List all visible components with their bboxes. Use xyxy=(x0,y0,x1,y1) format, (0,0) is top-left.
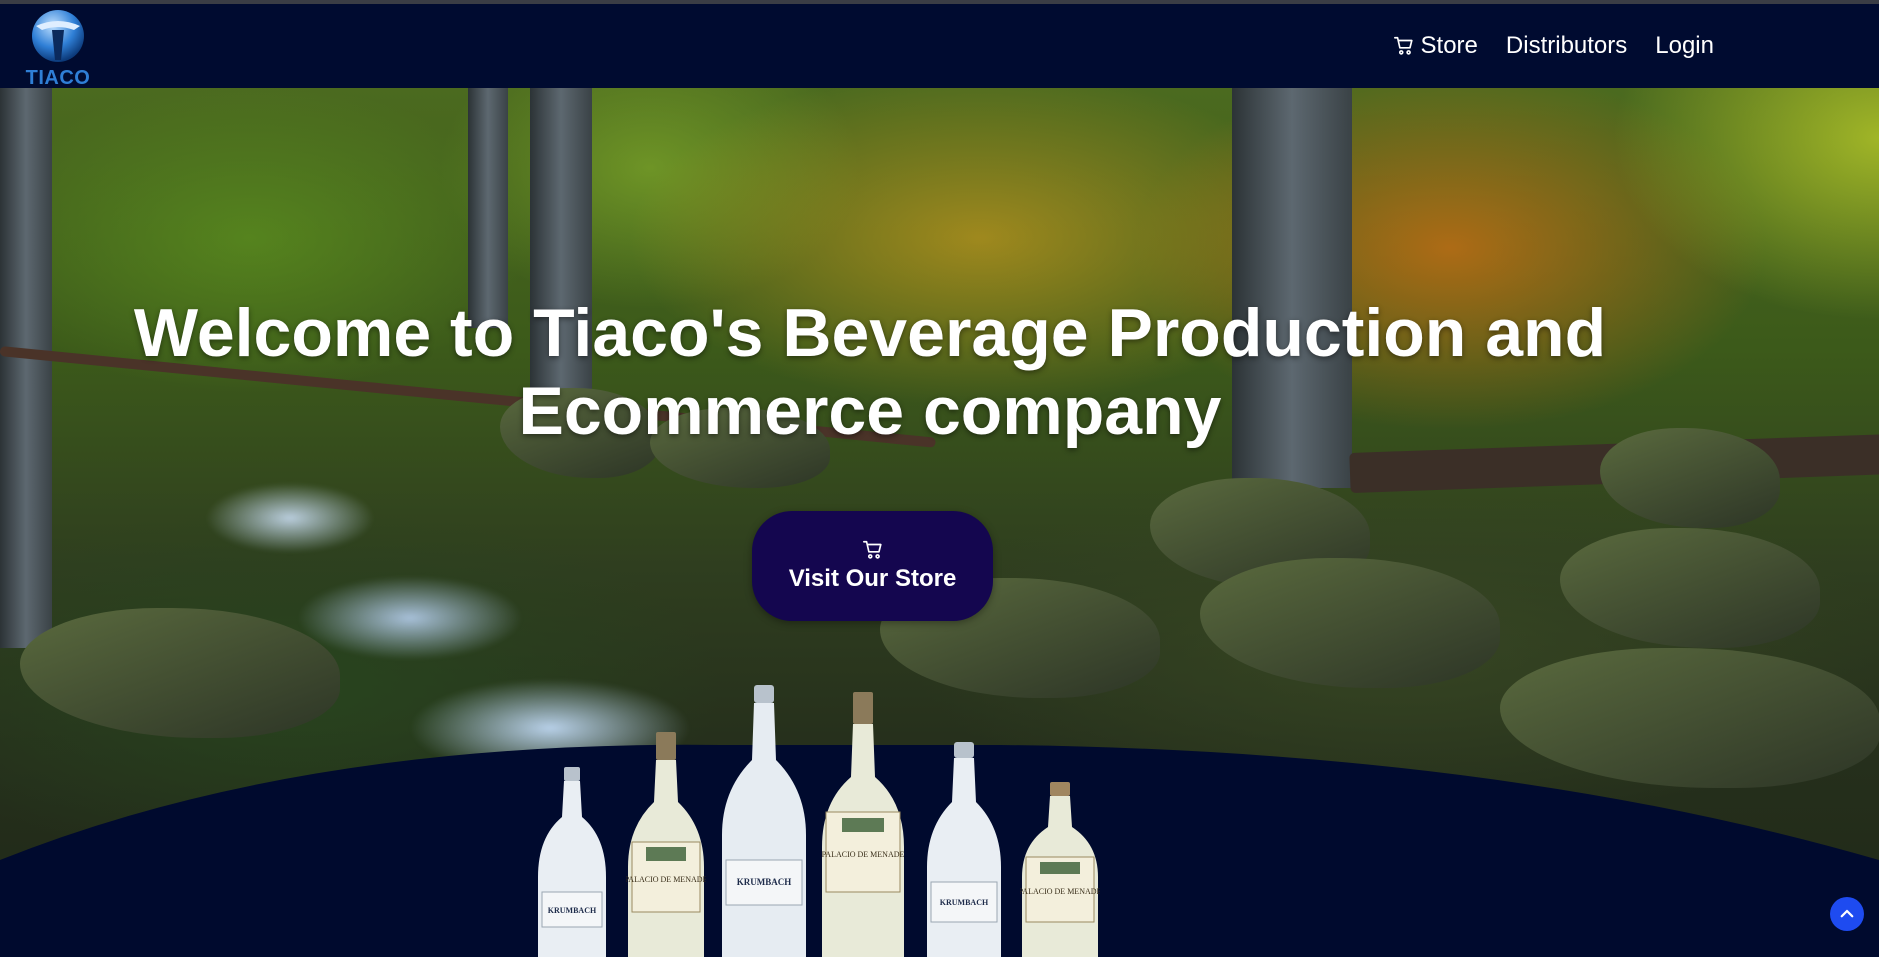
nav-store-label: Store xyxy=(1420,32,1478,59)
brand-logo[interactable]: TIACO xyxy=(22,4,94,89)
bottle-label: PALACIO DE MENADE xyxy=(1020,887,1100,896)
bottle-label: KRUMBACH xyxy=(940,898,989,907)
chevron-up-icon xyxy=(1840,909,1854,918)
bottle-wine-image: PALACIO DE MENADE xyxy=(1020,782,1100,957)
bottle-label: PALACIO DE MENADE xyxy=(626,875,706,884)
bottle-water-image: KRUMBACH xyxy=(722,685,806,957)
bottle-water-image: KRUMBACH xyxy=(927,742,1001,957)
cart-icon xyxy=(1393,36,1413,55)
tree-trunk xyxy=(0,88,52,648)
bottle-water-image: KRUMBACH xyxy=(538,767,606,957)
nav-store-link[interactable]: Store xyxy=(1393,32,1478,60)
product-bottles: KRUMBACH PALACIO DE MENADE KRUMBACH PALA… xyxy=(530,685,1110,957)
brand-name: TIACO xyxy=(25,67,91,89)
cart-icon xyxy=(862,540,882,559)
bottle-label: KRUMBACH xyxy=(737,877,792,887)
visit-store-button[interactable]: Visit Our Store xyxy=(752,511,993,621)
nav-distributors-label: Distributors xyxy=(1505,32,1628,59)
hero-title: Welcome to Tiaco's Beverage Production a… xyxy=(133,294,1607,449)
nav-login-link[interactable]: Login xyxy=(1655,32,1714,60)
main-nav: Store Distributors Login xyxy=(1393,32,1714,60)
tiaco-logo-icon xyxy=(32,10,84,62)
navbar: TIACO Store Distributors Login xyxy=(0,4,1879,89)
visit-store-label: Visit Our Store xyxy=(788,565,957,592)
bottle-label: KRUMBACH xyxy=(548,906,597,915)
scroll-to-top-button[interactable] xyxy=(1830,897,1864,931)
rock xyxy=(1560,528,1820,648)
rock xyxy=(1600,428,1780,528)
nav-distributors-link[interactable]: Distributors xyxy=(1506,32,1627,60)
bottle-wine-image: PALACIO DE MENADE xyxy=(822,692,905,957)
nav-login-label: Login xyxy=(1655,32,1714,59)
bottle-label: PALACIO DE MENADE xyxy=(822,850,905,859)
tree-trunk xyxy=(468,88,508,328)
bottle-wine-image: PALACIO DE MENADE xyxy=(626,732,706,957)
